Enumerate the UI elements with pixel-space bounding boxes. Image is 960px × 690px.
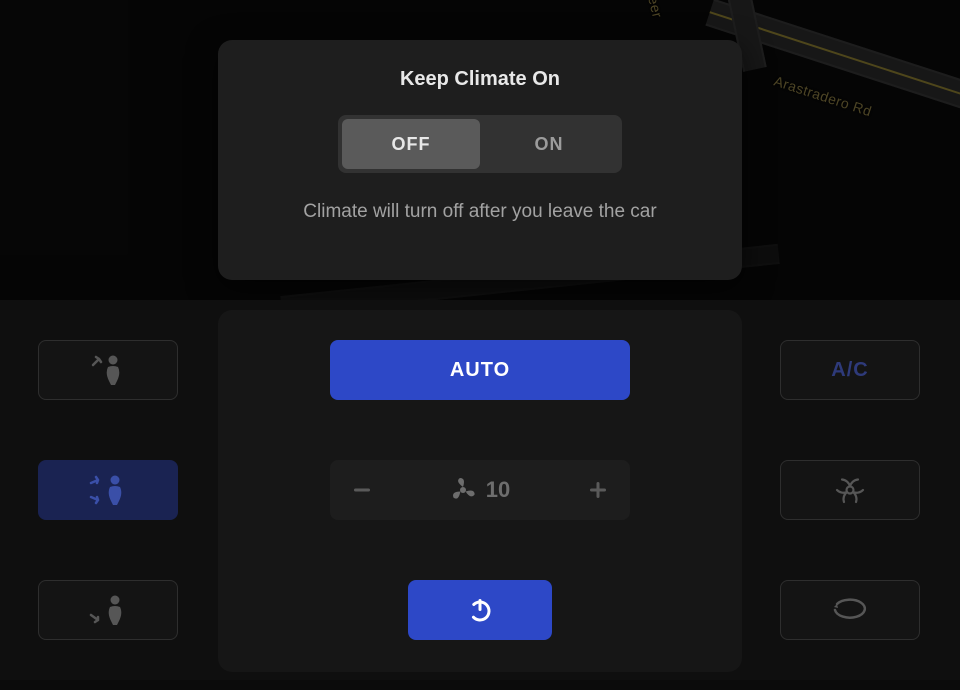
ac-label: A/C [831, 359, 868, 382]
power-icon [466, 596, 494, 624]
airflow-face-feet-button[interactable] [38, 460, 178, 520]
popup-title: Keep Climate On [400, 68, 560, 91]
climate-center-card: AUTO 10 [218, 310, 742, 672]
keep-climate-popup: Keep Climate On OFF ON Climate will turn… [218, 40, 742, 280]
minus-icon [351, 479, 373, 501]
keep-climate-off-button[interactable]: OFF [342, 119, 480, 169]
fan-speed-value: 10 [486, 477, 510, 503]
auto-label: AUTO [450, 359, 510, 382]
fan-increase-button[interactable] [578, 470, 618, 510]
fan-speed-control: 10 [330, 460, 630, 520]
airflow-face-icon [85, 353, 131, 387]
airflow-feet-icon [85, 593, 131, 627]
airflow-feet-button[interactable] [38, 580, 178, 640]
airflow-face-feet-icon [85, 473, 131, 507]
fan-decrease-button[interactable] [342, 470, 382, 510]
climate-panel: A/C AUTO [0, 300, 960, 680]
biohazard-button[interactable] [780, 460, 920, 520]
plus-icon [587, 479, 609, 501]
fan-icon [450, 477, 476, 503]
recirculate-icon [829, 597, 871, 623]
keep-climate-toggle: OFF ON [338, 115, 622, 173]
airflow-face-button[interactable] [38, 340, 178, 400]
climate-power-button[interactable] [408, 580, 552, 640]
popup-description: Climate will turn off after you leave th… [303, 201, 656, 223]
keep-climate-on-button[interactable]: ON [480, 119, 618, 169]
biohazard-icon [831, 471, 869, 509]
recirculate-button[interactable] [780, 580, 920, 640]
ac-button[interactable]: A/C [780, 340, 920, 400]
auto-button[interactable]: AUTO [330, 340, 630, 400]
fan-speed-display: 10 [450, 477, 510, 503]
